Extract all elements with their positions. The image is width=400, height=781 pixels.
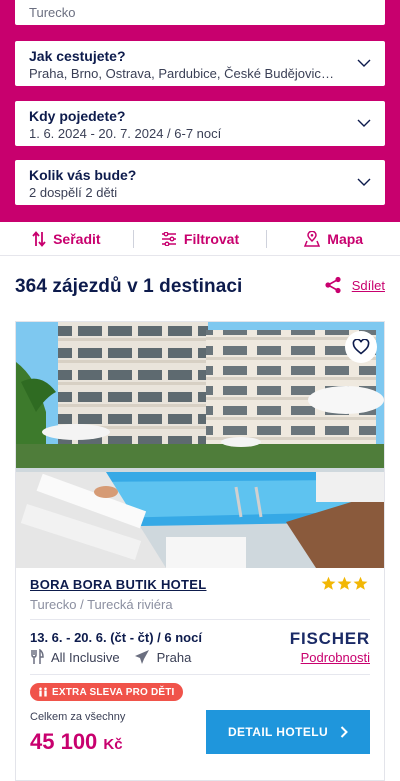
heart-icon bbox=[352, 339, 370, 355]
divider bbox=[30, 619, 370, 620]
travel-from-value: Praha, Brno, Ostrava, Pardubice, České B… bbox=[29, 66, 363, 81]
hotel-detail-button[interactable]: DETAIL HOTELU bbox=[206, 710, 370, 754]
star-icon bbox=[321, 576, 336, 590]
map-label: Mapa bbox=[327, 230, 364, 247]
hotel-photo-illustration bbox=[16, 322, 384, 568]
divider bbox=[30, 674, 370, 675]
filter-label: Filtrovat bbox=[183, 230, 240, 247]
plane-icon bbox=[134, 649, 150, 665]
price-currency: Kč bbox=[103, 736, 123, 753]
trip-meta: All Inclusive Praha bbox=[30, 649, 191, 665]
trip-dates: 13. 6. - 20. 6. (čt - čt) / 6 nocí bbox=[30, 630, 202, 645]
price-value: 45 100 bbox=[30, 729, 98, 754]
operator-logo: FISCHER bbox=[289, 629, 370, 648]
hotel-location: Turecko / Turecká riviéra bbox=[30, 597, 173, 612]
departure-city: Praha bbox=[156, 649, 192, 665]
hotel-name-link[interactable]: BORA BORA BUTIK HOTEL bbox=[30, 577, 207, 592]
map-pin-icon bbox=[304, 230, 321, 247]
details-link[interactable]: Podrobnosti bbox=[301, 650, 370, 665]
chevron-down-icon bbox=[357, 178, 371, 186]
sort-icon bbox=[32, 230, 46, 247]
favorite-button[interactable] bbox=[345, 331, 377, 363]
map-button[interactable]: Mapa bbox=[267, 230, 400, 247]
sort-button[interactable]: Seřadit bbox=[0, 231, 133, 247]
share-link[interactable]: Sdílet bbox=[352, 278, 385, 293]
family-icon bbox=[39, 687, 47, 697]
chevron-right-icon bbox=[340, 726, 348, 738]
dates-value: 1. 6. 2024 - 20. 7. 2024 / 6-7 nocí bbox=[29, 126, 222, 141]
hotel-detail-label: DETAIL HOTELU bbox=[227, 725, 329, 739]
destination-field[interactable]: Turecko bbox=[15, 0, 385, 25]
destination-value: Turecko bbox=[29, 5, 76, 20]
dates-field[interactable]: Kdy pojedete? 1. 6. 2024 - 20. 7. 2024 /… bbox=[15, 101, 385, 146]
results-header: 364 zájezdů v 1 destinaci Sdílet bbox=[15, 276, 385, 302]
hotel-photo[interactable] bbox=[16, 322, 384, 568]
travel-from-field[interactable]: Jak cestujete? Praha, Brno, Ostrava, Par… bbox=[15, 41, 385, 86]
people-field[interactable]: Kolik vás bude? 2 dospělí 2 děti bbox=[15, 160, 385, 205]
board-type: All Inclusive bbox=[51, 649, 120, 665]
cutlery-icon bbox=[30, 649, 44, 665]
chevron-down-icon bbox=[357, 59, 371, 67]
share-icon bbox=[325, 276, 341, 294]
star-icon bbox=[353, 576, 368, 590]
star-icon bbox=[337, 576, 352, 590]
people-label: Kolik vás bude? bbox=[29, 167, 137, 183]
filter-sliders-icon bbox=[161, 231, 176, 246]
hotel-card[interactable]: BORA BORA BUTIK HOTEL Turecko / Turecká … bbox=[15, 321, 385, 781]
share-button[interactable]: Sdílet bbox=[324, 276, 385, 294]
dates-label: Kdy pojedete? bbox=[29, 108, 126, 124]
chevron-down-icon bbox=[357, 119, 371, 127]
travel-from-label: Jak cestujete? bbox=[29, 48, 126, 64]
discount-badge-label: EXTRA SLEVA PRO DĚTI bbox=[52, 686, 175, 698]
discount-badge: EXTRA SLEVA PRO DĚTI bbox=[30, 683, 183, 701]
people-value: 2 dospělí 2 děti bbox=[29, 185, 118, 200]
search-panel: Turecko Jak cestujete? Praha, Brno, Ostr… bbox=[0, 0, 400, 222]
price: 45 100 Kč bbox=[30, 729, 123, 755]
sort-label: Seřadit bbox=[53, 230, 101, 247]
hotel-stars bbox=[321, 576, 368, 591]
total-label: Celkem za všechny bbox=[30, 711, 126, 723]
results-toolbar: Seřadit Filtrovat Mapa bbox=[0, 222, 400, 256]
filter-button[interactable]: Filtrovat bbox=[134, 231, 267, 247]
